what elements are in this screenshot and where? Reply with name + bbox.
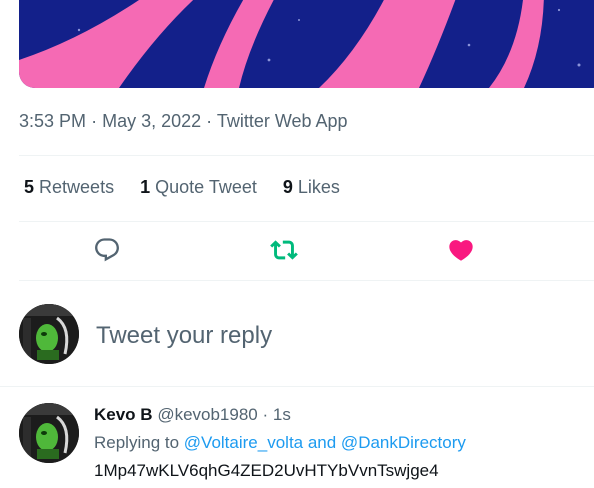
tweet-media-image[interactable] [19,0,594,88]
separator: · [262,405,269,424]
separator: · [91,111,98,131]
like-button[interactable] [447,236,475,264]
reply-button[interactable] [93,236,121,264]
tweet-date: May 3, 2022 [102,111,202,131]
likes-count: 9 [282,177,293,197]
divider [19,155,594,156]
retweet-icon [270,240,298,260]
replying-to-line: Replying to @Voltaire_volta and @DankDir… [94,432,466,460]
separator: · [206,111,213,131]
reply-input[interactable]: Tweet your reply [96,322,272,350]
divider [19,280,594,281]
quote-tweets-count: 1 [140,177,151,197]
reply-icon [95,238,119,262]
likes-stat[interactable]: 9 Likes [283,177,340,198]
retweets-stat[interactable]: 5 Retweets [24,177,114,198]
tweet-time: 3:53 PM [19,111,87,131]
reply-text: 1Mp47wKLV6qhG4ZED2UvHTYbVvnTswjge4 [94,461,439,480]
divider [19,221,594,222]
avatar[interactable] [19,304,79,364]
heart-icon [449,240,473,261]
reply-author-handle[interactable]: @kevob1980 [157,405,257,424]
reply-author-name[interactable]: Kevo B [94,405,153,424]
retweet-button[interactable] [270,236,298,264]
replying-to-label: Replying to [94,433,180,452]
tweet-action-bar [0,236,594,268]
quote-tweets-stat[interactable]: 1 Quote Tweet [140,177,257,198]
reply-author-avatar[interactable] [19,403,79,463]
tweet-time-link[interactable]: 3:53 PM · May 3, 2022 [19,111,206,131]
reply-time[interactable]: 1s [273,405,291,424]
divider [0,386,594,387]
reply-tweet[interactable]: Kevo B @kevob1980 · 1s Replying to @Volt… [94,404,466,488]
retweets-label: Retweets [39,177,115,197]
replying-to-mentions[interactable]: @Voltaire_volta and @DankDirectory [184,433,466,452]
tweet-timestamp-line: 3:53 PM · May 3, 2022 · Twitter Web App [19,111,348,132]
quote-tweets-label: Quote Tweet [155,177,257,197]
tweet-stats: 5 Retweets 1 Quote Tweet 9 Likes [24,177,340,198]
tweet-source: Twitter Web App [216,111,348,131]
reply-header: Kevo B @kevob1980 · 1s [94,404,466,432]
likes-label: Likes [297,177,340,197]
retweets-count: 5 [24,177,35,197]
